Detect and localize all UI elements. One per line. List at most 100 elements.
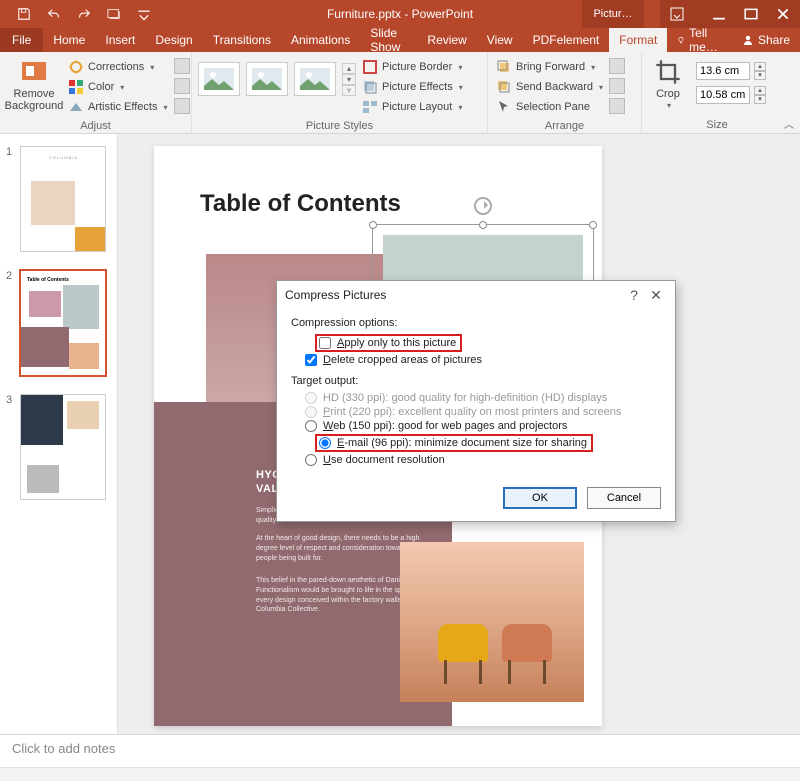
share-button[interactable]: Share [732,28,800,52]
ribbon-options-icon[interactable] [670,7,684,21]
resize-handle[interactable] [369,221,377,229]
close-icon[interactable] [776,7,790,21]
tab-review[interactable]: Review [417,28,476,52]
web-radio[interactable] [305,420,317,432]
tab-pdfelement[interactable]: PDFelement [523,28,610,52]
email-label[interactable]: E-mail (96 ppi): minimize document size … [337,437,587,449]
dialog-close-icon[interactable]: ✕ [645,287,667,304]
notes-pane[interactable]: Click to add notes [0,734,800,767]
dialog-help-icon[interactable]: ? [623,287,645,303]
ribbon-tabs: File Home Insert Design Transitions Anim… [0,28,800,52]
corrections-button[interactable]: Corrections▾ [66,58,170,76]
share-label: Share [758,33,790,47]
reset-picture-icon[interactable] [174,98,190,114]
resize-handle[interactable] [479,221,487,229]
send-backward-button[interactable]: Send Backward▾ [494,78,605,96]
print-label: Print (220 ppi): excellent quality on mo… [323,406,621,418]
group-icon[interactable] [609,78,625,94]
spin-up[interactable]: ▴ [754,86,766,95]
rotate-icon[interactable] [609,98,625,114]
apply-only-checkbox[interactable] [319,337,331,349]
undo-icon[interactable] [46,6,62,22]
maximize-icon[interactable] [744,7,758,21]
title-bar: Furniture.pptx - PowerPoint Pictur… [0,0,800,28]
qat-dropdown-icon[interactable] [136,6,152,22]
bring-forward-icon [496,59,512,75]
picture-border-button[interactable]: Picture Border▾ [360,58,465,76]
chair-graphic [502,624,552,684]
docres-radio[interactable] [305,454,317,466]
style-thumb[interactable] [246,62,288,96]
tab-insert[interactable]: Insert [95,28,145,52]
apply-only-label[interactable]: Apply only to this picture [337,337,456,349]
align-icon[interactable] [609,58,625,74]
selection-pane-button[interactable]: Selection Pane [494,98,605,116]
dialog-titlebar[interactable]: Compress Pictures ? ✕ [277,281,675,309]
picture-effects-icon [362,79,378,95]
save-icon[interactable] [16,6,32,22]
ok-button[interactable]: OK [503,487,577,509]
picture-layout-button[interactable]: Picture Layout▾ [360,98,465,116]
height-input[interactable]: ▴▾ [692,62,766,80]
thumbnail-3[interactable]: 3 [0,390,117,514]
tab-file[interactable]: File [0,28,43,52]
docres-label[interactable]: Use document resolution [323,454,445,466]
gallery-scroll[interactable]: ▴▾▿ [342,63,356,96]
slide-heading: Table of Contents [200,190,401,218]
content-image-right [400,542,584,702]
tab-transitions[interactable]: Transitions [203,28,281,52]
group-label-adjust: Adjust [0,120,191,134]
quick-access-toolbar [0,6,152,22]
remove-background-icon [20,58,48,86]
resize-handle[interactable] [589,221,597,229]
group-label-arrange: Arrange [488,120,641,134]
tab-slideshow[interactable]: Slide Show [360,28,417,52]
spin-down[interactable]: ▾ [754,95,766,104]
tell-me[interactable]: Tell me… [667,28,732,52]
remove-background-button[interactable]: Remove Background [6,56,62,114]
thumbnail-2[interactable]: 2 Table of Contents [0,266,117,390]
print-radio [305,406,317,418]
minimize-icon[interactable] [712,7,726,21]
contextual-tab-label: Pictur… [593,8,632,20]
picture-border-icon [362,59,378,75]
spin-down[interactable]: ▾ [754,71,766,80]
height-field[interactable] [696,62,750,80]
delete-cropped-checkbox[interactable] [305,354,317,366]
bring-forward-button[interactable]: Bring Forward▾ [494,58,605,76]
person-icon [742,34,754,46]
style-thumb[interactable] [198,62,240,96]
color-button[interactable]: Color▾ [66,78,170,96]
picture-effects-button[interactable]: Picture Effects▾ [360,78,465,96]
rotate-handle[interactable] [474,197,492,215]
tab-format[interactable]: Format [609,28,667,52]
slide-thumbnails: 1 C O L U M B I A 2 Table of Contents 3 [0,134,118,734]
start-from-beginning-icon[interactable] [106,6,122,22]
crop-icon [654,58,682,86]
redo-icon[interactable] [76,6,92,22]
web-label[interactable]: Web (150 ppi): good for web pages and pr… [323,420,567,432]
delete-cropped-label[interactable]: Delete cropped areas of pictures [323,354,482,366]
width-field[interactable] [696,86,750,104]
tell-me-label: Tell me… [689,26,722,54]
style-thumb[interactable] [294,62,336,96]
artistic-effects-icon [68,99,84,115]
contextual-tab-header: Pictur… [582,0,644,28]
compress-pictures-icon[interactable] [174,58,190,74]
cancel-button[interactable]: Cancel [587,487,661,509]
tab-view[interactable]: View [477,28,523,52]
tab-home[interactable]: Home [43,28,95,52]
width-input[interactable]: ▴▾ [692,86,766,104]
tab-animations[interactable]: Animations [281,28,360,52]
notes-placeholder: Click to add notes [12,741,115,756]
thumbnail-1[interactable]: 1 C O L U M B I A [0,142,117,266]
crop-button[interactable]: Crop▾ [648,56,688,113]
spin-up[interactable]: ▴ [754,62,766,71]
tab-design[interactable]: Design [145,28,202,52]
picture-styles-gallery[interactable]: ▴▾▿ [198,56,356,96]
artistic-effects-button[interactable]: Artistic Effects▾ [66,98,170,116]
collapse-ribbon-icon[interactable]: ︿ [784,116,794,131]
email-radio[interactable] [319,437,331,449]
send-backward-icon [496,79,512,95]
change-picture-icon[interactable] [174,78,190,94]
